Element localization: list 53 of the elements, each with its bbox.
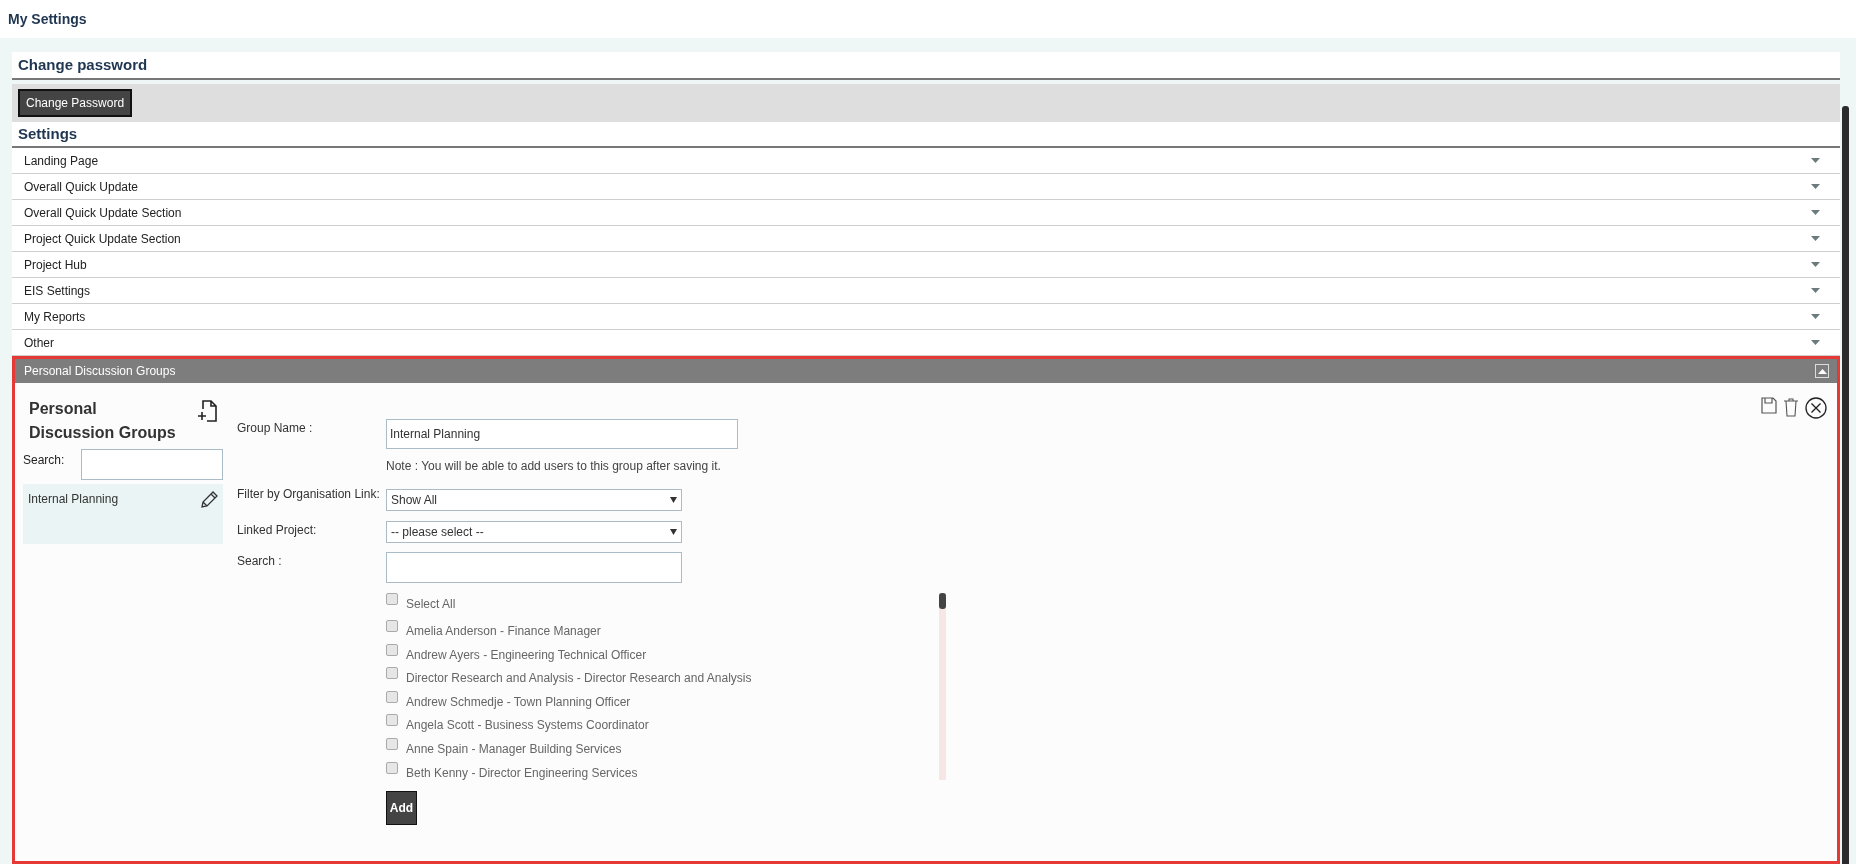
pencil-icon[interactable] <box>199 490 219 510</box>
group-name-field[interactable]: Internal Planning <box>386 419 738 449</box>
checkbox[interactable] <box>386 667 398 680</box>
checkbox-label: Andrew Schmedje - Town Planning Officer <box>406 693 631 711</box>
field-label: Filter by Organisation Link: <box>237 489 381 503</box>
accordion-row[interactable]: Other <box>12 330 1840 356</box>
add-button[interactable]: Add <box>386 791 417 825</box>
checkbox-label: Beth Kenny - Director Engineering Services <box>406 764 638 782</box>
project-select[interactable]: -- please select -- <box>386 521 682 543</box>
checkbox[interactable] <box>386 620 398 633</box>
section-heading: Settings <box>18 123 78 144</box>
checkbox-label: Director Research and Analysis - Director Research and Analysis <box>406 670 752 688</box>
new-document-icon[interactable] <box>197 399 219 423</box>
checkbox-label: Angela Scott - Business Systems Coordinator <box>406 717 649 735</box>
group-list-item[interactable]: Internal Planning <box>23 484 223 544</box>
dropdown-arrow-icon <box>670 497 677 503</box>
field-label: Group Name : <box>237 420 314 437</box>
checkbox[interactable] <box>386 593 398 605</box>
checkbox[interactable] <box>386 643 398 656</box>
accordion-row[interactable]: Project Hub <box>12 252 1840 278</box>
field-label: Search : <box>237 553 283 570</box>
checkbox-label: Select All <box>406 596 456 613</box>
note-text: Note : You will be able to add users to this group after saving it. <box>386 458 722 475</box>
field-label: Linked Project: <box>237 522 318 539</box>
accordion-row[interactable]: Project Quick Update Section <box>12 226 1840 252</box>
accordion-row[interactable]: Overall Quick Update Section <box>12 200 1840 226</box>
checkbox[interactable] <box>386 738 398 750</box>
checkbox-label: Anne Spain - Manager Building Services <box>406 741 622 758</box>
checkbox[interactable] <box>386 714 398 727</box>
accordion-row[interactable]: My Reports <box>12 304 1840 330</box>
checkbox[interactable] <box>386 690 398 703</box>
save-icon[interactable] <box>1761 397 1777 414</box>
search-label: Search: <box>23 452 65 469</box>
filter-select[interactable]: Show All <box>386 489 682 511</box>
search-field[interactable] <box>81 449 223 480</box>
page-title: My Settings <box>8 9 87 29</box>
dropdown-arrow-icon <box>670 529 677 535</box>
page-scrollbar[interactable] <box>1842 106 1849 864</box>
scrollbar[interactable] <box>939 593 946 780</box>
accordion-row[interactable]: Overall Quick Update <box>12 174 1840 200</box>
change-password-button[interactable]: Change Password <box>18 89 133 117</box>
sidebar-title: Personal Discussion Groups <box>29 399 177 443</box>
checkbox-label: Andrew Ayers - Engineering Technical Officer <box>406 646 647 664</box>
section-heading: Change password <box>18 54 148 75</box>
accordion-row[interactable]: Landing Page <box>12 148 1840 174</box>
close-icon[interactable] <box>1805 397 1827 419</box>
checkbox-label: Amelia Anderson - Finance Manager <box>406 623 601 641</box>
checkbox[interactable] <box>386 761 398 774</box>
collapse-toggle[interactable] <box>1815 364 1829 378</box>
accordion-row[interactable]: EIS Settings <box>12 278 1840 304</box>
trash-icon[interactable] <box>1783 397 1799 417</box>
user-search-field[interactable] <box>386 552 682 583</box>
panel-header[interactable]: Personal Discussion Groups <box>15 359 1837 383</box>
